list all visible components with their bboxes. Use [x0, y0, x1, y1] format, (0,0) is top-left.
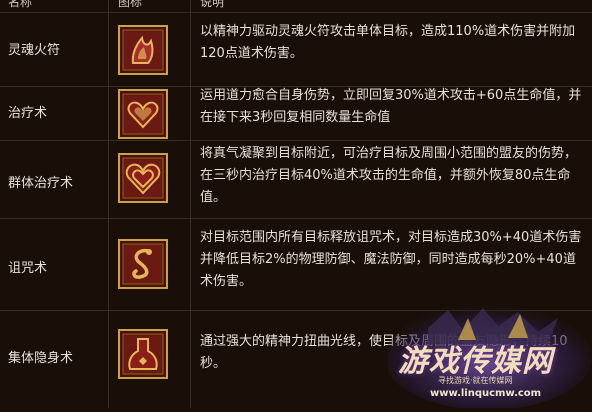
- header-name: 名称: [8, 0, 33, 9]
- curse-serpent-icon: [118, 239, 168, 289]
- table-row: 治疗术 运用道力愈合自身伤势，立即回复30%道术攻击+60点生命值，并在接下来3…: [0, 87, 592, 140]
- skill-name: 灵魂火符: [8, 43, 61, 58]
- group-stealth-icon: [118, 329, 168, 379]
- skill-table: 名称 图标 说明 灵魂火符 以精神力驱动灵魂火符攻击单体目标，造成110%道术伤…: [0, 0, 592, 410]
- site-watermark-logo: 游戏传媒网 寻找游戏·就在传媒网 www.linqucmw.com: [384, 300, 592, 410]
- skill-desc: 以精神力驱动灵魂火符攻击单体目标，造成110%道术伤害并附加120点道术伤害。: [200, 24, 576, 61]
- table-row: 诅咒术 对目标范围内所有目标释放诅咒术，对目标造成30%+40道术伤害并降低目标…: [0, 219, 592, 310]
- header-icon: 图标: [118, 0, 143, 9]
- watermark-url: www.linqucmw.com: [430, 388, 542, 399]
- skill-name: 集体隐身术: [8, 351, 74, 366]
- skill-name: 诅咒术: [8, 261, 48, 276]
- table-row: 群体治疗术 将真气凝聚到目标附近，可治疗目标及周围小范围的盟友的伤势，在三秒内治…: [0, 141, 592, 218]
- skill-name: 群体治疗术: [8, 176, 74, 191]
- watermark-title: 游戏传媒网: [398, 344, 553, 379]
- header-desc: 说明: [200, 0, 225, 9]
- watermark-subtitle: 寻找游戏·就在传媒网: [438, 376, 513, 385]
- skill-desc: 对目标范围内所有目标释放诅咒术，对目标造成30%+40道术伤害并降低目标2%的物…: [200, 230, 582, 289]
- skill-desc: 将真气凝聚到目标附近，可治疗目标及周围小范围的盟友的伤势，在三秒内治疗目标40%…: [200, 146, 578, 205]
- skill-name: 治疗术: [8, 106, 48, 121]
- fire-talisman-icon: [118, 25, 168, 75]
- table-row: 灵魂火符 以精神力驱动灵魂火符攻击单体目标，造成110%道术伤害并附加120点道…: [0, 13, 592, 86]
- group-heal-heart-icon: [118, 153, 168, 203]
- heal-heart-icon: [118, 89, 168, 139]
- skill-desc: 运用道力愈合自身伤势，立即回复30%道术攻击+60点生命值，并在接下来3秒回复相…: [200, 88, 582, 125]
